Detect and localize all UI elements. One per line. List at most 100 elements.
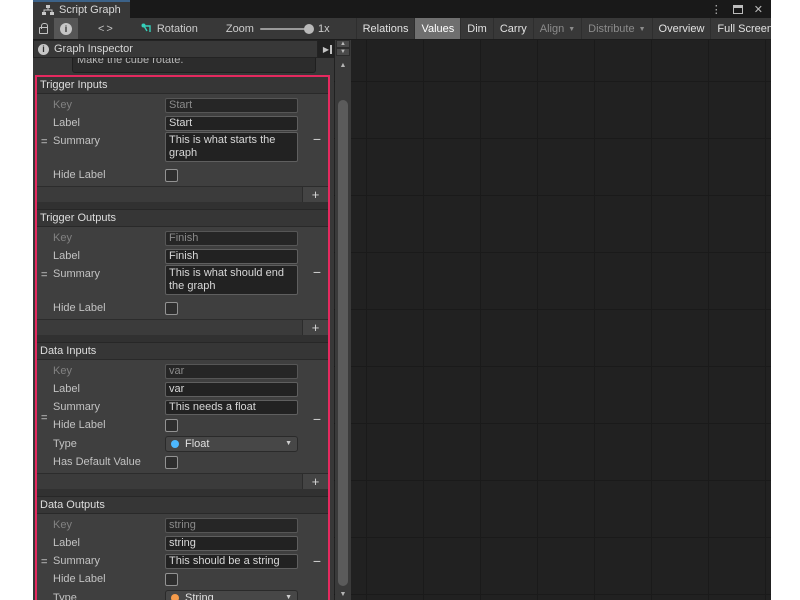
hide-label-label: Hide Label (53, 302, 165, 314)
has-default-label: Has Default Value (53, 456, 165, 468)
scroll-step-up-button[interactable]: ▲ (336, 40, 350, 48)
remove-item-button[interactable]: − (313, 132, 321, 146)
info-icon: i (38, 44, 49, 55)
key-input (165, 98, 298, 113)
has-default-checkbox[interactable] (165, 456, 178, 469)
graph-breadcrumb[interactable]: Rotation (141, 23, 198, 35)
summary-label: Summary (53, 555, 165, 567)
add-item-button[interactable]: + (302, 187, 328, 202)
distribute-button[interactable]: Distribute ▼ (581, 18, 651, 39)
label-row: Label (37, 114, 328, 132)
drag-handle-icon[interactable]: = (41, 269, 47, 281)
hide-label-checkbox[interactable] (165, 169, 178, 182)
chevron-down-icon: ▼ (639, 26, 646, 33)
inspector-toggle-button[interactable]: i (54, 18, 78, 39)
add-item-button[interactable]: + (302, 474, 328, 489)
tab-title: Script Graph (59, 4, 121, 16)
type-dropdown[interactable]: Float ▼ (165, 436, 298, 452)
type-dropdown[interactable]: String ▼ (165, 590, 298, 600)
script-graph-icon (42, 5, 54, 16)
section-data-outputs: Data Outputs = Key Label Summary (37, 497, 328, 600)
section-body: = Key Label Summary − (37, 360, 328, 473)
scroll-step-down-button[interactable]: ▼ (336, 48, 350, 56)
values-button[interactable]: Values (414, 18, 460, 39)
hide-label-label: Hide Label (53, 419, 165, 431)
hide-label-row: Hide Label (37, 166, 328, 184)
inspector-scrollbar[interactable]: ▲ ▼ ▲ ▼ (335, 40, 351, 600)
label-row: Label (37, 247, 328, 265)
section-header[interactable]: Data Inputs (37, 343, 328, 360)
scroll-down-icon[interactable]: ▼ (335, 591, 351, 598)
script-graph-window: Script Graph ⋮ ✕ i <> Rotation Zoom 1x R… (33, 0, 771, 600)
label-input[interactable] (165, 536, 298, 551)
float-type-icon (171, 440, 179, 448)
tab-bar: Script Graph ⋮ ✕ (33, 0, 771, 18)
graph-summary-field[interactable]: Make the cube rotate. (72, 58, 316, 73)
collapse-panel-button[interactable]: ▶ (320, 42, 335, 56)
hide-label-checkbox[interactable] (165, 302, 178, 315)
zoom-slider[interactable] (260, 28, 312, 30)
dim-button[interactable]: Dim (460, 18, 493, 39)
graph-summary-strip: Make the cube rotate. (33, 58, 334, 75)
tab-script-graph[interactable]: Script Graph (33, 0, 130, 18)
inspector-title: Graph Inspector (54, 43, 133, 55)
summary-label: Summary (53, 401, 165, 413)
collapse-bar (330, 45, 332, 54)
close-icon[interactable]: ✕ (754, 3, 763, 16)
drag-handle-icon[interactable]: = (41, 556, 47, 568)
key-label: Key (53, 519, 165, 531)
summary-input[interactable]: This is what should end the graph (165, 265, 298, 295)
has-default-row: Has Default Value (37, 453, 328, 471)
menu-icon[interactable]: ⋮ (711, 3, 722, 16)
connections-button[interactable]: <> (92, 18, 121, 39)
hide-label-checkbox[interactable] (165, 573, 178, 586)
zoom-slider-knob[interactable] (304, 24, 314, 34)
window-controls: ⋮ ✕ (711, 0, 771, 18)
overview-button[interactable]: Overview (652, 18, 711, 39)
align-button[interactable]: Align ▼ (533, 18, 581, 39)
graph-inspector-panel: i Graph Inspector ▶ Make the cube rotate… (33, 40, 351, 600)
drag-handle-icon[interactable]: = (41, 136, 47, 148)
section-header[interactable]: Trigger Inputs (37, 77, 328, 94)
section-header[interactable]: Data Outputs (37, 497, 328, 514)
summary-label: Summary (53, 265, 165, 280)
summary-input[interactable] (165, 400, 298, 415)
summary-row: Summary This is what starts the graph − (37, 132, 328, 166)
key-input (165, 518, 298, 533)
hide-label-checkbox[interactable] (165, 419, 178, 432)
fullscreen-button[interactable]: Full Screen (710, 18, 771, 39)
section-data-inputs: Data Inputs = Key Label Summary (37, 343, 328, 489)
label-input[interactable] (165, 249, 298, 264)
hide-label-label: Hide Label (53, 573, 165, 585)
align-label: Align (540, 23, 564, 35)
lock-button[interactable] (33, 18, 54, 39)
label-label: Label (53, 383, 165, 395)
toolbar-buttons: Relations Values Dim Carry Align ▼ Distr… (356, 18, 771, 39)
section-header[interactable]: Trigger Outputs (37, 210, 328, 227)
relations-button[interactable]: Relations (356, 18, 415, 39)
section-footer: + (37, 186, 328, 202)
key-row: Key (37, 96, 328, 114)
drag-handle-icon[interactable]: = (41, 412, 47, 424)
type-value: String (185, 592, 214, 600)
remove-item-button[interactable]: − (313, 412, 321, 426)
scroll-up-icon[interactable]: ▲ (335, 62, 351, 69)
string-type-icon (171, 594, 179, 600)
summary-input[interactable]: This is what starts the graph (165, 132, 298, 162)
scrollbar-thumb[interactable] (338, 100, 348, 586)
maximize-icon[interactable] (733, 5, 743, 14)
key-label: Key (53, 232, 165, 244)
summary-row: Summary − (37, 398, 328, 416)
zoom-control: Zoom 1x (226, 23, 330, 35)
section-gap (37, 489, 328, 497)
label-label: Label (53, 537, 165, 549)
add-item-button[interactable]: + (302, 320, 328, 335)
summary-input[interactable] (165, 554, 298, 569)
label-input[interactable] (165, 382, 298, 397)
label-input[interactable] (165, 116, 298, 131)
remove-item-button[interactable]: − (313, 265, 321, 279)
section-body: = Key Label Summary − (37, 514, 328, 600)
carry-button[interactable]: Carry (493, 18, 533, 39)
section-gap (37, 202, 328, 210)
remove-item-button[interactable]: − (313, 554, 321, 568)
